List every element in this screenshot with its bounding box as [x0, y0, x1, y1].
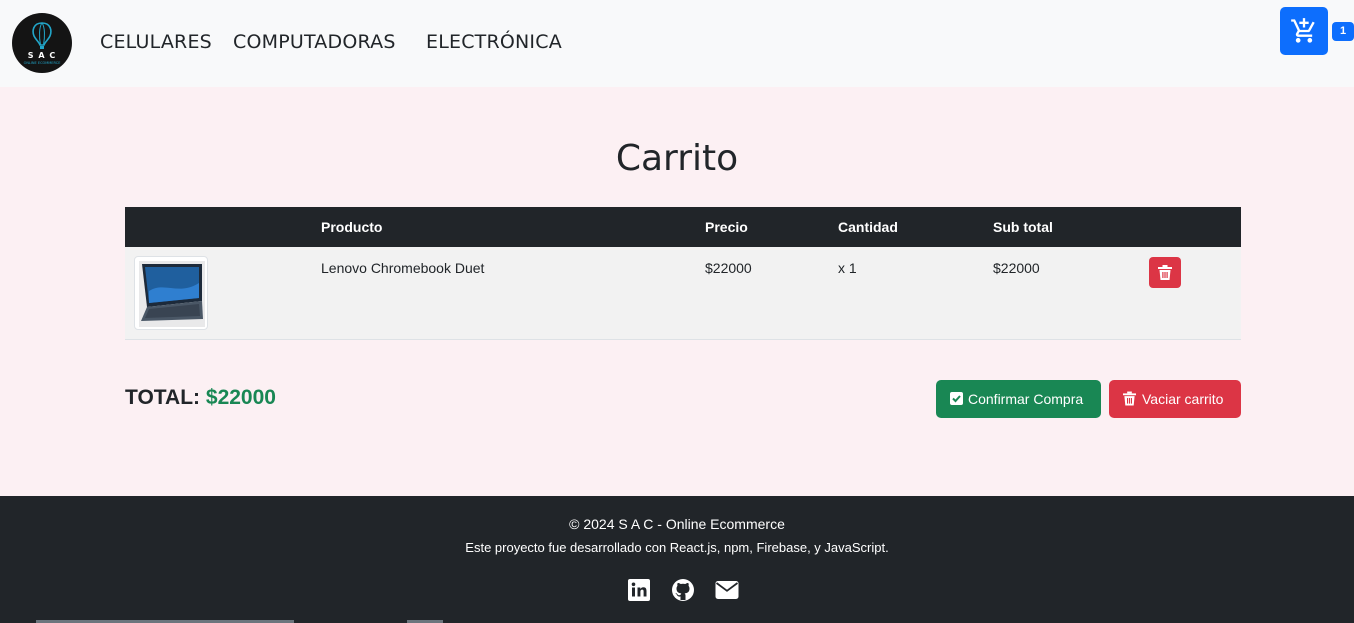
product-thumbnail [134, 256, 208, 330]
nav-link-celulares[interactable]: CELULARES [100, 31, 212, 53]
confirm-purchase-button[interactable]: Confirmar Compra [936, 380, 1101, 418]
envelope-icon[interactable] [715, 578, 739, 602]
page-title: Carrito [615, 138, 739, 179]
product-price: $22000 [705, 247, 838, 340]
cart-count-badge: 1 [1332, 22, 1354, 41]
nav-link-computadoras[interactable]: COMPUTADORAS [233, 31, 396, 53]
total-value: $22000 [205, 386, 276, 409]
table-header-row: Producto Precio Cantidad Sub total [125, 207, 1241, 247]
header-price: Precio [705, 207, 838, 247]
trash-icon [1123, 391, 1136, 406]
nav-link-electronica[interactable]: ELECTRÓNICA [426, 31, 562, 53]
empty-cart-label: Vaciar carrito [1142, 391, 1224, 407]
check-square-icon [950, 392, 963, 405]
trash-icon [1158, 265, 1172, 280]
empty-cart-button[interactable]: Vaciar carrito [1109, 380, 1241, 418]
cart-button[interactable] [1280, 7, 1328, 55]
header-product: Producto [321, 207, 705, 247]
github-icon[interactable] [671, 578, 695, 602]
product-quantity: x 1 [838, 247, 993, 340]
cart-plus-icon [1291, 18, 1315, 43]
header-subtotal: Sub total [993, 207, 1149, 247]
brand-logo[interactable]: S A C ONLINE ECOMMERCE [12, 13, 72, 73]
header-actions [1149, 207, 1241, 247]
footer: © 2024 S A C - Online Ecommerce Este pro… [0, 496, 1354, 623]
header-image [125, 207, 321, 247]
footer-copyright: © 2024 S A C - Online Ecommerce [569, 516, 785, 532]
logo-subtitle: ONLINE ECOMMERCE [23, 61, 61, 65]
product-subtotal: $22000 [993, 247, 1149, 340]
navbar: S A C ONLINE ECOMMERCE CELULARES COMPUTA… [0, 0, 1354, 87]
linkedin-icon[interactable] [627, 578, 651, 602]
confirm-purchase-label: Confirmar Compra [968, 391, 1084, 407]
remove-item-button[interactable] [1149, 257, 1181, 288]
product-name: Lenovo Chromebook Duet [321, 247, 705, 340]
laptop-image [139, 261, 205, 327]
cart-table: Producto Precio Cantidad Sub total Lenov… [125, 207, 1241, 340]
total-label: TOTAL: [125, 386, 201, 409]
footer-description: Este proyecto fue desarrollado con React… [465, 540, 889, 555]
cart-total: TOTAL: $22000 [125, 386, 276, 410]
logo-text: S A C [27, 51, 57, 60]
table-row: Lenovo Chromebook Duet $22000 x 1 $22000 [125, 247, 1241, 340]
header-quantity: Cantidad [838, 207, 993, 247]
